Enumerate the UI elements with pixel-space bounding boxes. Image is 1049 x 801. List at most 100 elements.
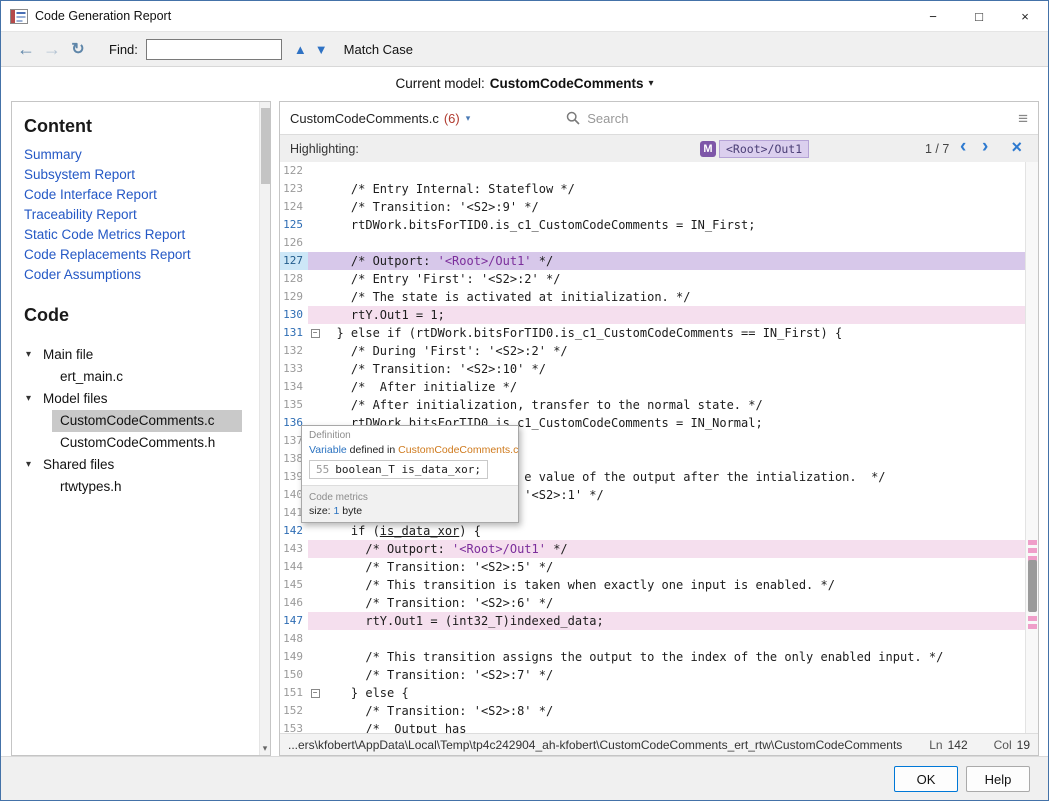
collapse-icon[interactable]: ▾ [26, 454, 36, 476]
code-line: 145 /* This transition is taken when exa… [280, 576, 1025, 594]
tree-label: ert_main.c [60, 366, 123, 388]
line-number: 148 [280, 630, 308, 648]
model-dropdown-icon[interactable]: ▾ [649, 78, 654, 89]
close-highlighting-icon[interactable]: × [1011, 137, 1022, 158]
sidebar-link[interactable]: Subsystem Report [24, 165, 258, 185]
code-scrollbar-thumb[interactable] [1028, 560, 1037, 612]
fold-spacer [308, 702, 322, 720]
highlight-mark[interactable] [1028, 548, 1037, 553]
code-line: 151− } else { [280, 684, 1025, 702]
line-number[interactable]: 131 [280, 324, 308, 342]
code-text: /* Transition: '<S2>:9' */ [322, 198, 539, 216]
match-case-toggle[interactable]: Match Case [344, 42, 413, 57]
code-line: 131− } else if (rtDWork.bitsForTID0.is_c… [280, 324, 1025, 342]
sidebar-link[interactable]: Coder Assumptions [24, 265, 258, 285]
file-dropdown[interactable]: CustomCodeComments.c [290, 111, 439, 126]
dialog-footer: OK Help [1, 756, 1048, 800]
fold-spacer [308, 162, 322, 180]
line-number[interactable]: 142 [280, 522, 308, 540]
code-line: 144 /* Transition: '<S2>:5' */ [280, 558, 1025, 576]
line-number: 149 [280, 648, 308, 666]
current-model-bar: Current model: CustomCodeComments ▾ [1, 67, 1048, 99]
highlight-mark[interactable] [1028, 616, 1037, 621]
highlight-mark[interactable] [1028, 624, 1037, 629]
fold-spacer [308, 216, 322, 234]
tree-file[interactable]: CustomCodeComments.c [52, 410, 242, 432]
fold-spacer [308, 612, 322, 630]
column-indicator: Col19 [994, 738, 1030, 752]
tree-group[interactable]: ▾Shared files [24, 454, 258, 476]
tree-file[interactable]: ert_main.c [24, 366, 258, 388]
sidebar-scrollbar[interactable]: ▾ [259, 102, 270, 755]
fold-toggle[interactable]: − [308, 324, 322, 342]
next-highlight-button[interactable]: › [982, 136, 988, 158]
find-input[interactable] [146, 39, 282, 60]
code-text: /* Entry 'First': '<S2>:2' */ [322, 270, 560, 288]
tree-file[interactable]: rtwtypes.h [24, 476, 258, 498]
line-number[interactable]: 127 [280, 252, 308, 270]
sidebar-scroll-down-icon[interactable]: ▾ [260, 743, 270, 754]
sidebar-link[interactable]: Summary [24, 145, 258, 165]
fold-spacer [308, 234, 322, 252]
current-model-name: CustomCodeComments [490, 76, 644, 91]
highlight-mark[interactable] [1028, 540, 1037, 545]
tree-group[interactable]: ▾Model files [24, 388, 258, 410]
line-number: 123 [280, 180, 308, 198]
sidebar-link[interactable]: Traceability Report [24, 205, 258, 225]
code-text: /* Transition: '<S2>:6' */ [322, 594, 553, 612]
tree-label: rtwtypes.h [60, 476, 122, 498]
file-dropdown-icon[interactable]: ▾ [466, 113, 471, 124]
sidebar-scrollbar-thumb[interactable] [261, 108, 270, 184]
defined-in-text: defined in [350, 444, 396, 456]
code-text: rtY.Out1 = (int32_T)indexed_data; [322, 612, 604, 630]
search-input[interactable] [587, 111, 807, 126]
window-title: Code Generation Report [35, 9, 171, 23]
find-next-button[interactable]: ▼ [315, 42, 328, 57]
collapse-minus-icon[interactable]: − [311, 329, 320, 338]
code-line: 135 /* After initialization, transfer to… [280, 396, 1025, 414]
find-previous-button[interactable]: ▲ [294, 42, 307, 57]
highlighting-bar: Highlighting: M <Root>/Out1 1 / 7 ‹ › × [280, 135, 1038, 162]
collapse-icon[interactable]: ▾ [26, 388, 36, 410]
up-arrow-icon: ▲ [294, 42, 307, 57]
tree-file[interactable]: CustomCodeComments.h [24, 432, 258, 454]
refresh-button[interactable]: ↻ [65, 39, 91, 59]
content-panel: Content SummarySubsystem ReportCode Inte… [11, 101, 271, 756]
previous-highlight-button[interactable]: ‹ [960, 136, 966, 158]
help-button[interactable]: Help [966, 766, 1030, 792]
ok-button[interactable]: OK [894, 766, 958, 792]
fold-spacer [308, 720, 322, 733]
line-number[interactable]: 147 [280, 612, 308, 630]
forward-button[interactable]: → [39, 39, 65, 60]
fold-toggle[interactable]: − [308, 684, 322, 702]
size-label: size: [309, 505, 331, 517]
code-line: 126 [280, 234, 1025, 252]
definition-file-link[interactable]: CustomCodeComments.c [398, 444, 518, 456]
code-text: /* The state is activated at initializat… [322, 288, 690, 306]
file-path: ...ers\kfobert\AppData\Local\Temp\tp4c24… [288, 738, 903, 752]
code-line: 129 /* The state is activated at initial… [280, 288, 1025, 306]
sidebar-link[interactable]: Static Code Metrics Report [24, 225, 258, 245]
back-button[interactable]: ← [13, 39, 39, 60]
maximize-button[interactable]: □ [956, 1, 1002, 31]
tree-group[interactable]: ▾Main file [24, 344, 258, 366]
code-text: } else { [322, 684, 409, 702]
sidebar-link[interactable]: Code Replacements Report [24, 245, 258, 265]
code-scrollbar[interactable] [1025, 162, 1038, 733]
close-button[interactable]: × [1002, 1, 1048, 31]
code-line: 152 /* Transition: '<S2>:8' */ [280, 702, 1025, 720]
code-text: /* After initialization, transfer to the… [322, 396, 763, 414]
minimize-button[interactable]: − [910, 1, 956, 31]
find-label: Find: [109, 42, 138, 57]
code-line: 133 /* Transition: '<S2>:10' */ [280, 360, 1025, 378]
line-number[interactable]: 125 [280, 216, 308, 234]
menu-icon[interactable]: ≡ [1018, 110, 1028, 127]
sidebar-link[interactable]: Code Interface Report [24, 185, 258, 205]
code-metrics-header: Code metrics [302, 488, 518, 503]
collapse-minus-icon[interactable]: − [311, 689, 320, 698]
collapse-icon[interactable]: ▾ [26, 344, 36, 366]
down-arrow-icon: ▼ [315, 42, 328, 57]
code-text: /* Transition: '<S2>:8' */ [322, 702, 553, 720]
highlight-target[interactable]: <Root>/Out1 [719, 140, 809, 158]
line-number[interactable]: 130 [280, 306, 308, 324]
